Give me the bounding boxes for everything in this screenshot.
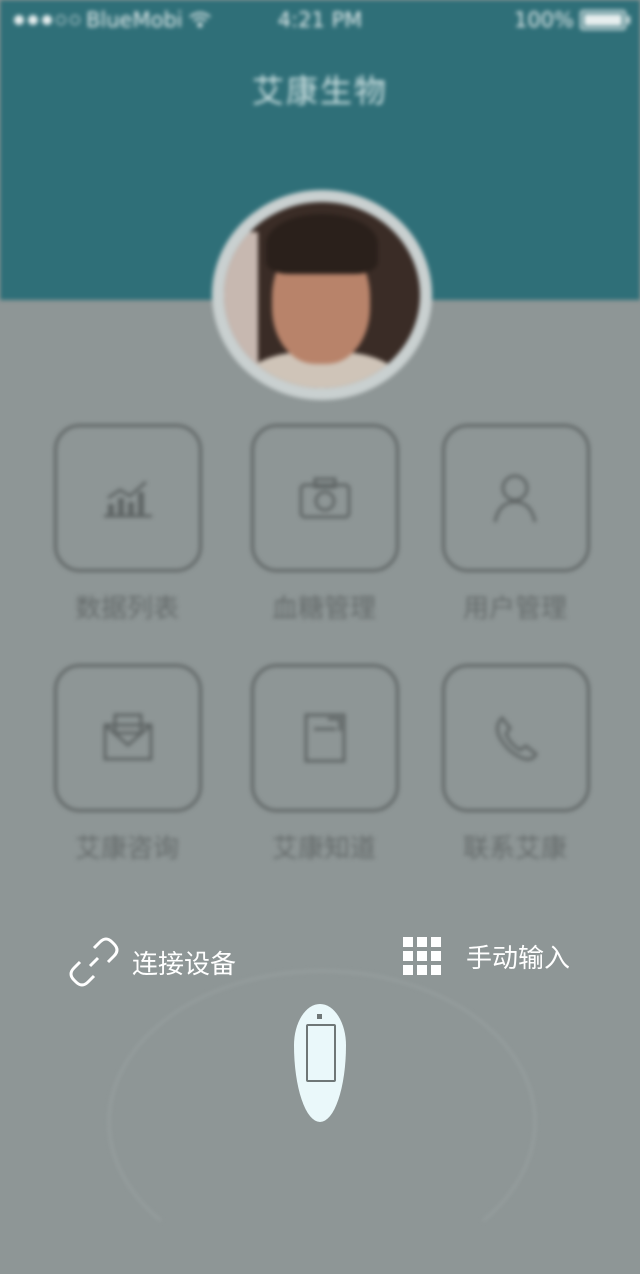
device-button[interactable] — [294, 1004, 346, 1122]
manual-input-label: 手动输入 — [466, 943, 571, 974]
device-dot — [317, 1014, 322, 1019]
link-icon — [69, 937, 119, 987]
connection-overlay: 连接设备 手动输入 — [0, 0, 640, 1136]
connect-device-button[interactable]: 连接设备 — [68, 936, 236, 988]
device-icon — [306, 1024, 336, 1082]
manual-input-button[interactable]: 手动输入 — [402, 936, 570, 976]
connect-device-label: 连接设备 — [132, 949, 237, 980]
keypad-icon — [403, 937, 441, 975]
